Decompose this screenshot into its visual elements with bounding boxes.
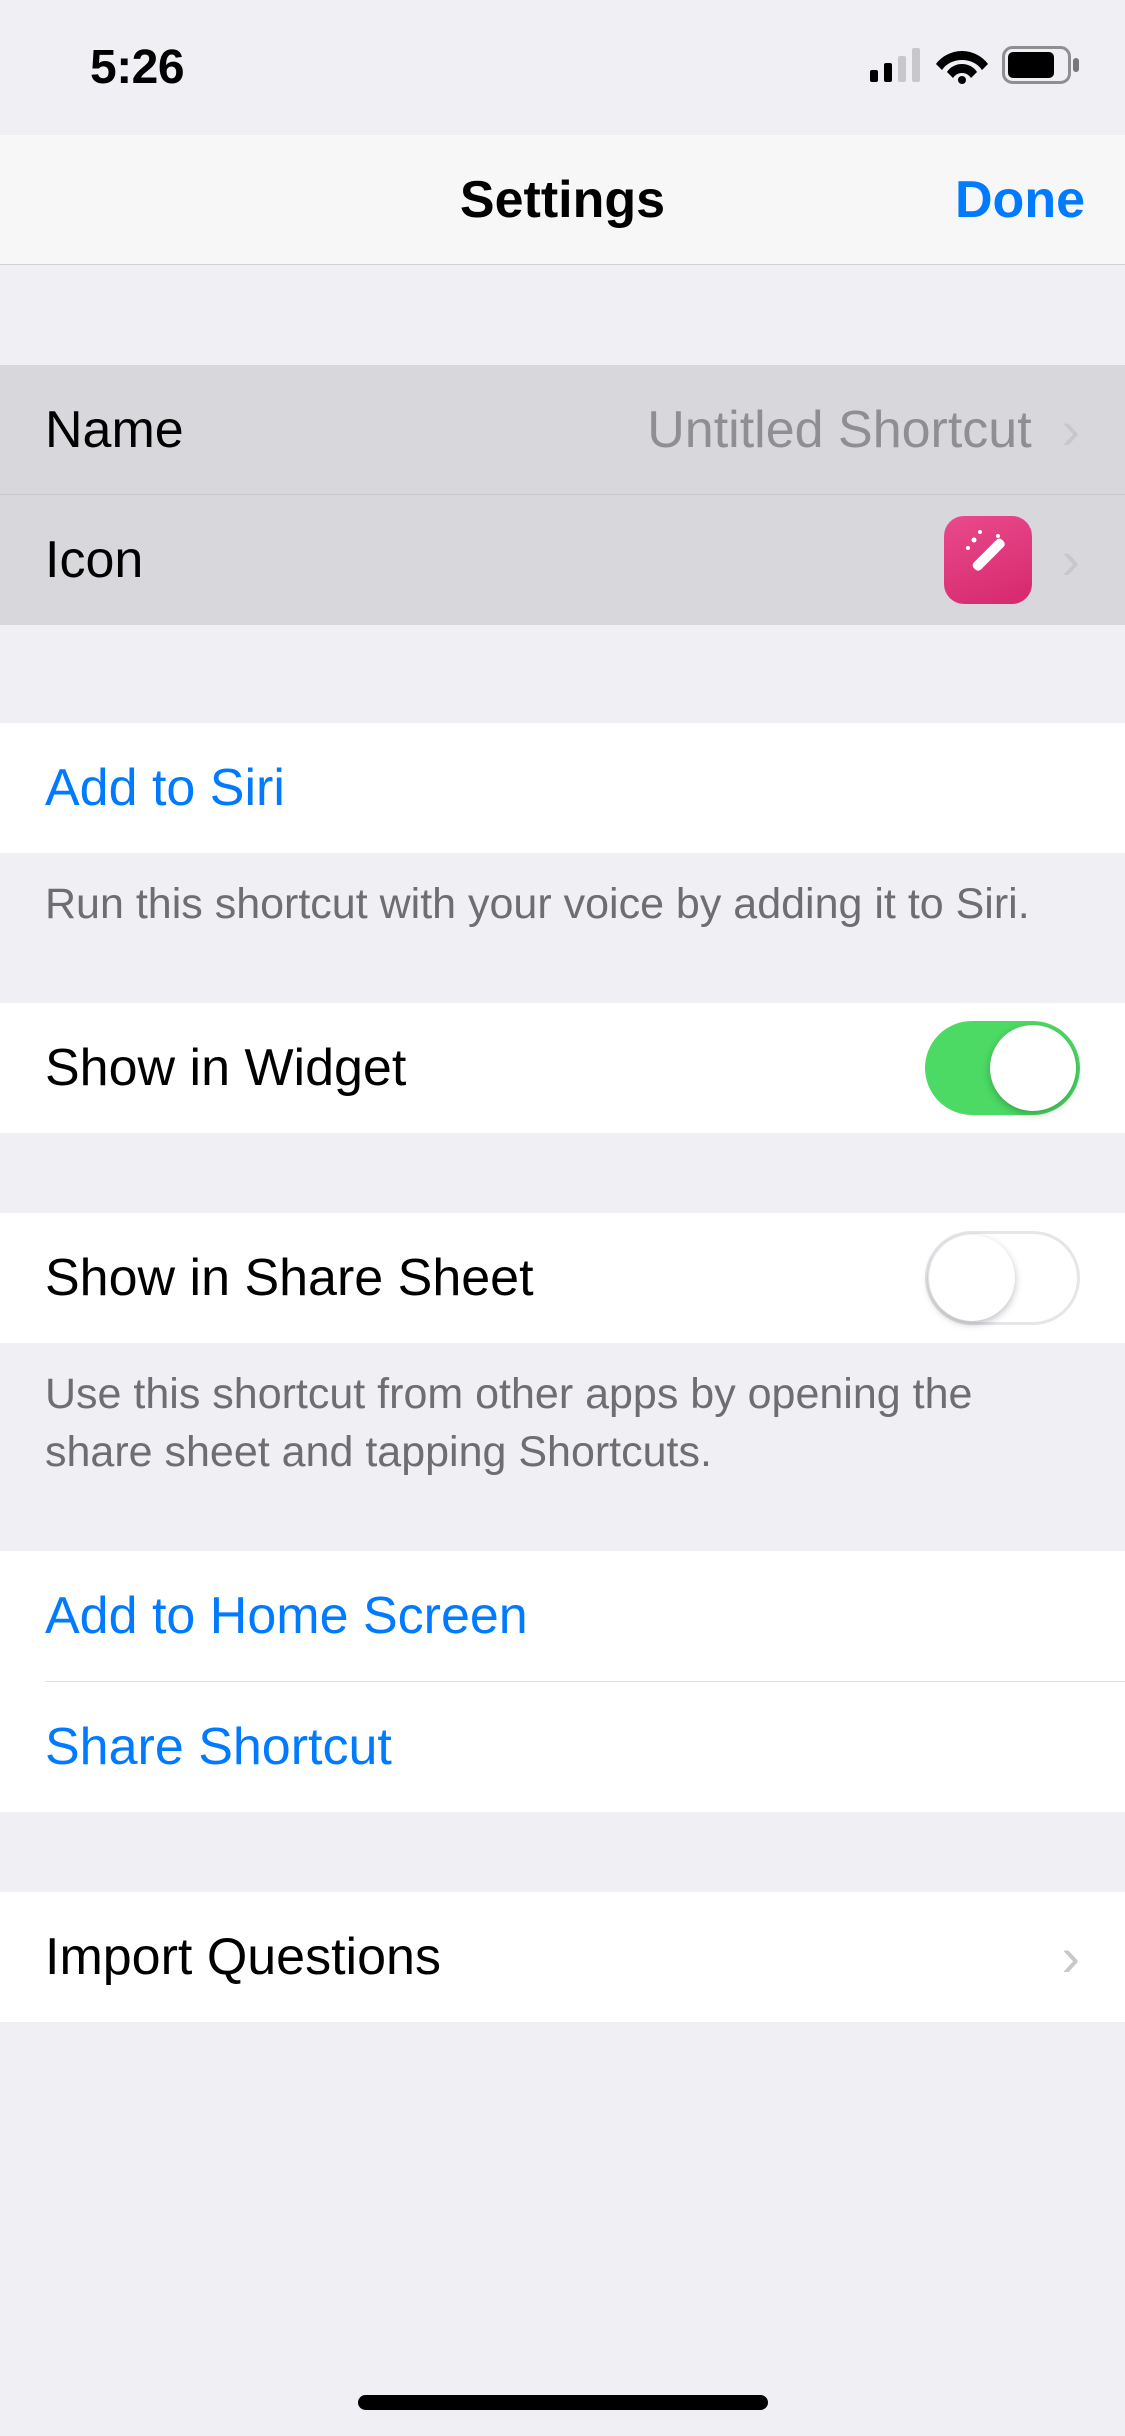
- cellular-icon: [870, 48, 922, 87]
- nav-header: Settings Done: [0, 135, 1125, 265]
- add-to-home-row[interactable]: Add to Home Screen: [0, 1551, 1125, 1681]
- wifi-icon: [936, 46, 988, 89]
- chevron-right-icon: ›: [1062, 398, 1080, 462]
- name-label: Name: [45, 400, 647, 460]
- share-sheet-toggle[interactable]: [925, 1231, 1080, 1325]
- widget-section: Show in Widget: [0, 1003, 1125, 1133]
- siri-section: Add to Siri: [0, 723, 1125, 853]
- show-in-widget-row: Show in Widget: [0, 1003, 1125, 1133]
- add-to-home-link: Add to Home Screen: [45, 1586, 1080, 1646]
- chevron-right-icon: ›: [1062, 528, 1080, 592]
- share-shortcut-row[interactable]: Share Shortcut: [0, 1682, 1125, 1812]
- page-title: Settings: [460, 170, 665, 230]
- chevron-right-icon: ›: [1062, 1925, 1080, 1989]
- shortcut-icon-tile: [944, 516, 1032, 604]
- status-time: 5:26: [90, 40, 184, 95]
- add-to-siri-row[interactable]: Add to Siri: [0, 723, 1125, 853]
- share-sheet-section: Show in Share Sheet: [0, 1213, 1125, 1343]
- show-in-share-sheet-row: Show in Share Sheet: [0, 1213, 1125, 1343]
- done-button[interactable]: Done: [955, 170, 1085, 230]
- actions-section: Add to Home Screen Share Shortcut: [0, 1551, 1125, 1812]
- name-value: Untitled Shortcut: [647, 400, 1031, 460]
- siri-footer: Run this shortcut with your voice by add…: [0, 853, 1125, 963]
- show-share-label: Show in Share Sheet: [45, 1248, 925, 1308]
- share-footer: Use this shortcut from other apps by ope…: [0, 1343, 1125, 1511]
- icon-label: Icon: [45, 530, 944, 590]
- import-questions-row[interactable]: Import Questions ›: [0, 1892, 1125, 2022]
- add-to-siri-link: Add to Siri: [45, 758, 1080, 818]
- share-shortcut-link: Share Shortcut: [45, 1717, 1080, 1777]
- battery-icon: [1002, 46, 1080, 89]
- import-questions-label: Import Questions: [45, 1927, 1052, 1987]
- magic-wand-icon: [960, 526, 1016, 595]
- import-section: Import Questions ›: [0, 1892, 1125, 2022]
- status-indicators: [870, 46, 1080, 89]
- identity-section: Name Untitled Shortcut › Icon ›: [0, 365, 1125, 625]
- name-row[interactable]: Name Untitled Shortcut ›: [0, 365, 1125, 495]
- widget-toggle[interactable]: [925, 1021, 1080, 1115]
- status-bar: 5:26: [0, 0, 1125, 135]
- home-indicator[interactable]: [358, 2395, 768, 2410]
- show-in-widget-label: Show in Widget: [45, 1038, 925, 1098]
- icon-row[interactable]: Icon ›: [0, 495, 1125, 625]
